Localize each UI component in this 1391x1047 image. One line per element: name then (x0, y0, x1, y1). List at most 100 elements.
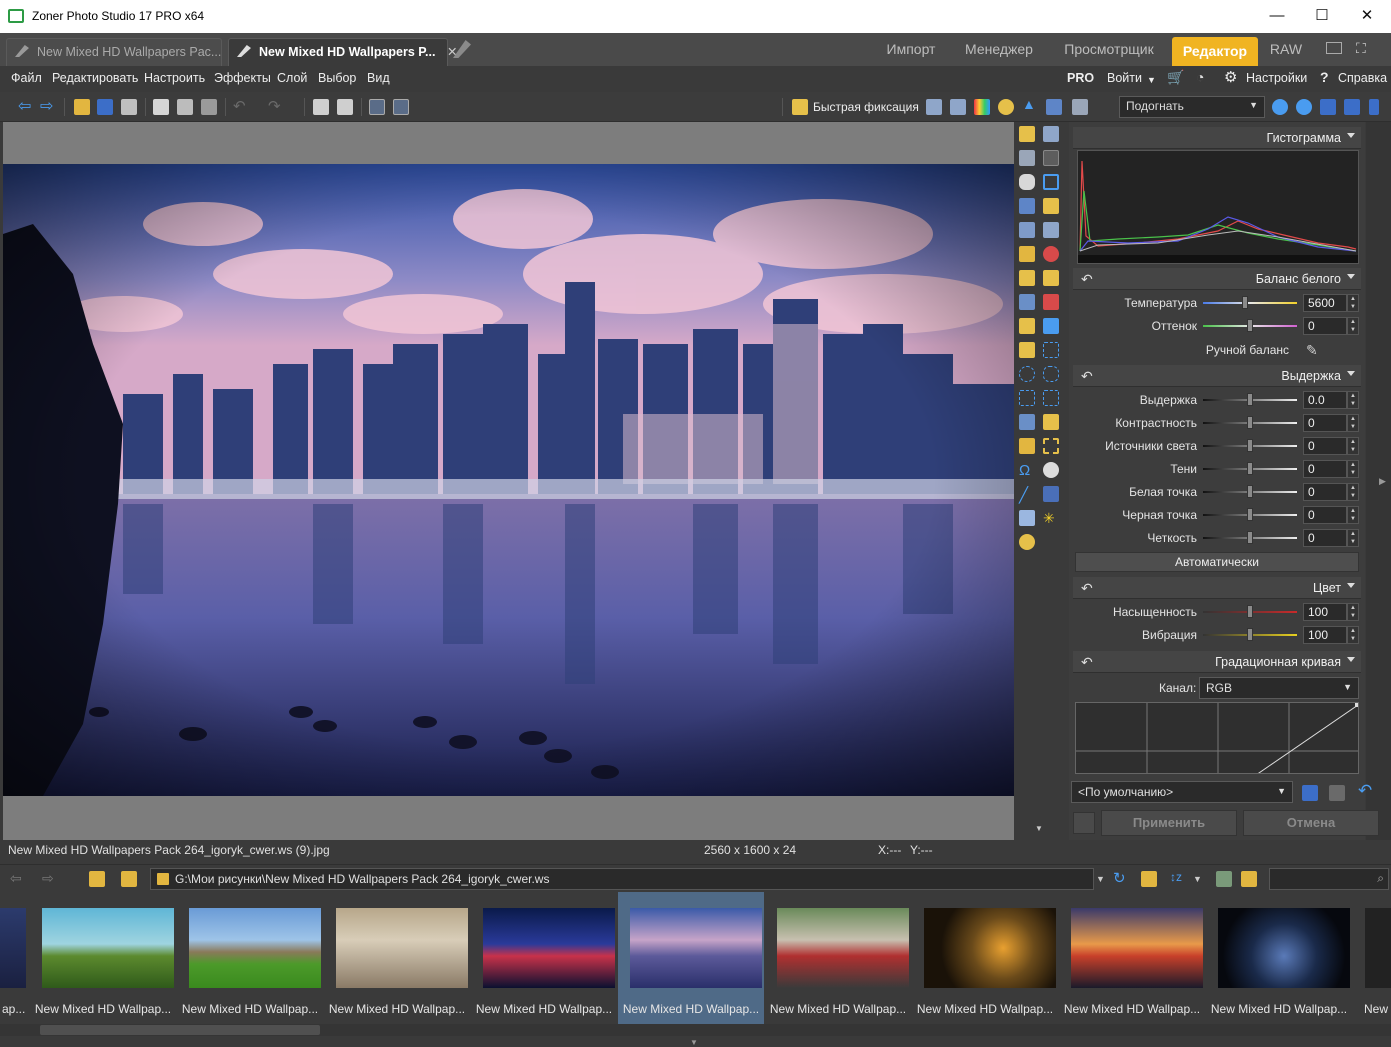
back-arrow-icon[interactable]: ⇦ (10, 870, 22, 887)
auto-button[interactable]: Автоматически (1075, 552, 1359, 572)
help-button[interactable]: Справка (1338, 71, 1387, 85)
spinner[interactable]: ▲ ▼ (1347, 294, 1359, 312)
picture-icon[interactable] (1046, 99, 1062, 115)
raw-jpg-icon[interactable] (1216, 871, 1232, 887)
scrollbar-thumb[interactable] (40, 1025, 320, 1035)
slider-handle[interactable] (1247, 439, 1253, 452)
gradient-icon[interactable] (1019, 510, 1035, 526)
menu-select[interactable]: Выбор (318, 71, 356, 85)
paste-special-icon[interactable] (201, 99, 217, 115)
value-field[interactable]: 0 (1303, 483, 1347, 501)
delete-preset-icon[interactable] (1329, 785, 1345, 801)
bulb-icon[interactable] (998, 99, 1014, 115)
value-field[interactable]: 100 (1303, 603, 1347, 621)
value-field[interactable]: 5600 (1303, 294, 1347, 312)
spinner[interactable]: ▲ ▼ (1347, 460, 1359, 478)
hand-tool-icon[interactable] (1019, 174, 1035, 190)
channel-select[interactable]: RGB ▼ (1199, 677, 1359, 699)
folder-icon[interactable] (121, 871, 137, 887)
histogram-header[interactable]: Гистограмма (1073, 127, 1361, 149)
rotate-right-icon[interactable] (337, 99, 353, 115)
slider-handle[interactable] (1247, 416, 1253, 429)
paste-icon[interactable] (177, 99, 193, 115)
chevron-down-icon[interactable]: ▼ (1193, 874, 1202, 884)
zoom-out-icon[interactable] (1296, 99, 1312, 115)
undo-icon[interactable]: ↶ (233, 97, 249, 115)
fullscreen-icon[interactable]: ⛶ (1356, 40, 1366, 57)
value-field[interactable]: 0 (1303, 437, 1347, 455)
image-tool-icon[interactable] (1019, 198, 1035, 214)
thumbnail-partial[interactable] (1365, 908, 1391, 988)
cancel-button[interactable]: Отмена (1243, 810, 1379, 836)
back-arrow-icon[interactable]: ⇦ (18, 96, 34, 115)
slider-handle[interactable] (1247, 531, 1253, 544)
stamp-tool-icon[interactable] (1019, 270, 1035, 286)
actual-size-icon[interactable] (1320, 99, 1336, 115)
slider-handle[interactable] (1247, 319, 1253, 332)
document-tab-2[interactable]: New Mixed HD Wallpapers P... ✕ (228, 38, 457, 66)
print-icon[interactable] (121, 99, 137, 115)
settings-button[interactable]: Настройки (1246, 71, 1307, 85)
sharpen-icon[interactable]: ▲ (1022, 96, 1038, 112)
menu-view[interactable]: Вид (367, 71, 390, 85)
chevron-down-icon[interactable]: ▼ (1035, 824, 1043, 833)
quick-fix-button[interactable]: Быстрая фиксация (813, 100, 919, 114)
login-button[interactable]: Войти (1107, 71, 1142, 85)
select-brush-icon[interactable] (1043, 414, 1059, 430)
reset-icon[interactable]: ↶ (1081, 580, 1093, 597)
cart-icon[interactable]: 🛒 (1167, 69, 1184, 86)
chevron-down-icon[interactable]: ▼ (690, 1038, 698, 1047)
spinner[interactable]: ▲ ▼ (1347, 414, 1359, 432)
magic-select-icon[interactable] (1019, 414, 1035, 430)
rotate-left-icon[interactable] (313, 99, 329, 115)
apply-button[interactable]: Применить (1101, 810, 1237, 836)
crop-tool-icon[interactable] (1043, 174, 1059, 190)
search-input[interactable]: ⌕ (1269, 868, 1389, 890)
levels-icon[interactable] (926, 99, 942, 115)
open-folder-icon[interactable] (74, 99, 90, 115)
thumbnail[interactable]: New Mixed HD Wallpap... (30, 892, 176, 1024)
new-folder-icon[interactable] (1141, 871, 1157, 887)
slider-handle[interactable] (1247, 393, 1253, 406)
spinner[interactable]: ▲ ▼ (1347, 529, 1359, 547)
monitor-icon[interactable] (1326, 42, 1342, 54)
save-preset-icon[interactable] (1302, 785, 1318, 801)
reset-icon[interactable]: ↶ (1081, 368, 1093, 385)
parent-folder-icon[interactable] (89, 871, 105, 887)
copy-icon[interactable] (153, 99, 169, 115)
browse-folder-icon[interactable] (1241, 871, 1257, 887)
exposure-header[interactable]: ↶ Выдержка (1073, 365, 1361, 387)
grid-tool-icon[interactable] (1019, 150, 1035, 166)
frame-tool-icon[interactable] (1019, 222, 1035, 238)
curves-header[interactable]: ↶ Градационная кривая (1073, 651, 1361, 673)
value-field[interactable]: 0 (1303, 506, 1347, 524)
redo-icon[interactable]: ↷ (268, 97, 284, 115)
thumbnail[interactable]: New Mixed HD Wallpap... (912, 892, 1058, 1024)
menu-file[interactable]: Файл (11, 71, 42, 85)
spinner[interactable]: ▲ ▼ (1347, 626, 1359, 644)
curves-icon[interactable] (950, 99, 966, 115)
refresh-icon[interactable]: ↻ (1113, 869, 1126, 887)
polygon-select-icon[interactable] (1019, 390, 1035, 406)
healing-icon[interactable] (1043, 294, 1059, 310)
scroll-right-icon[interactable]: ▶ (1379, 476, 1386, 487)
brush-icon[interactable] (1019, 318, 1035, 334)
eyedropper-icon[interactable]: ✎ (1306, 342, 1318, 359)
zoom-fit-select[interactable]: Подогнать ▼ (1119, 96, 1265, 118)
spinner[interactable]: ▲ ▼ (1347, 317, 1359, 335)
omega-icon[interactable]: Ω (1019, 462, 1035, 479)
thumbnail[interactable]: New Mixed HD Wallpap... (765, 892, 911, 1024)
perspective-tool-icon[interactable] (1043, 222, 1059, 238)
slider-handle[interactable] (1247, 628, 1253, 641)
magic-wand-icon[interactable] (792, 99, 808, 115)
value-field[interactable]: 0 (1303, 460, 1347, 478)
value-field[interactable]: 100 (1303, 626, 1347, 644)
thumbnail[interactable]: New Mixed HD Wallpap... (618, 892, 764, 1024)
sort-icon[interactable]: ↕z (1170, 870, 1182, 884)
tab-raw[interactable]: RAW (1262, 33, 1310, 66)
line-icon[interactable]: ╱ (1019, 486, 1035, 504)
value-field[interactable]: 0 (1303, 529, 1347, 547)
save-icon[interactable] (97, 99, 113, 115)
gear-icon[interactable]: ⚙ (1224, 68, 1237, 86)
value-field[interactable]: 0.0 (1303, 391, 1347, 409)
